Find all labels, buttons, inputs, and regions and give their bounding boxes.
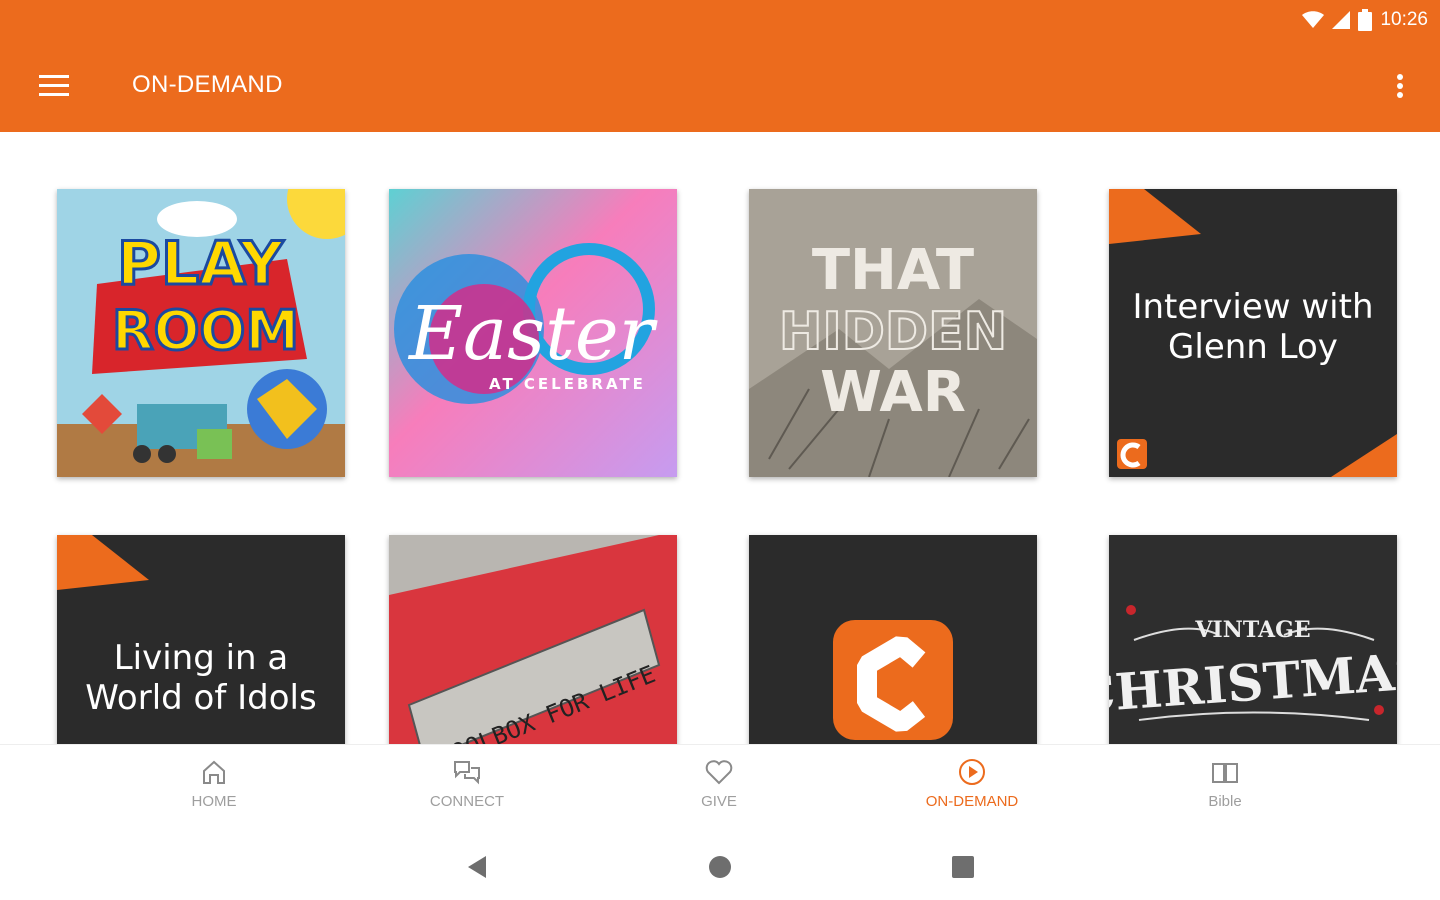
- playroom-line1: PLAY: [117, 229, 285, 299]
- battery-icon: [1358, 9, 1373, 31]
- series-tile-idols[interactable]: Living in a World of Idols: [57, 535, 345, 744]
- back-icon[interactable]: [462, 852, 492, 882]
- easter-title: Easter: [407, 291, 659, 377]
- nav-connect[interactable]: CONNECT: [367, 757, 567, 810]
- nav-home-label: HOME: [191, 793, 237, 810]
- interview-title-line2: Glenn Loy: [1168, 327, 1338, 367]
- chat-icon: [454, 761, 480, 785]
- series-grid: PLAY ROOM Easter AT CELEBRATE THAT HIDDE…: [0, 132, 1440, 744]
- play-circle-icon: [959, 759, 985, 785]
- menu-icon[interactable]: [34, 68, 74, 104]
- nav-bible-label: Bible: [1208, 793, 1242, 810]
- easter-subtitle: AT CELEBRATE: [489, 375, 646, 393]
- book-icon: [1212, 763, 1238, 783]
- system-navigation-bar: [0, 840, 1440, 900]
- interview-title-line1: Interview with: [1132, 287, 1374, 327]
- wifi-icon: [1302, 11, 1325, 29]
- christmas-line1: VINTAGE: [1194, 617, 1310, 643]
- series-tile-toolbox[interactable]: TOOLBOX FOR LIFE: [389, 535, 677, 744]
- hidden-war-line1: THAT: [812, 238, 974, 303]
- more-options-icon[interactable]: [1388, 68, 1412, 104]
- bottom-navigation: HOME CONNECT GIVE ON-DEMAND Bible: [0, 744, 1440, 840]
- nav-give-label: GIVE: [701, 793, 737, 810]
- idols-title-line1: Living in a: [113, 638, 289, 678]
- heart-icon: [705, 760, 733, 785]
- series-tile-easter[interactable]: Easter AT CELEBRATE: [389, 189, 677, 477]
- app-bar: 10:26 ON-DEMAND: [0, 0, 1440, 132]
- series-tile-christmas[interactable]: VINTAGE CHRISTMAS: [1109, 535, 1397, 744]
- nav-on-demand[interactable]: ON-DEMAND: [872, 757, 1072, 810]
- series-tile-hidden-war[interactable]: THAT HIDDEN WAR: [749, 189, 1037, 477]
- status-time: 10:26: [1380, 9, 1428, 30]
- nav-on-demand-label: ON-DEMAND: [925, 793, 1019, 810]
- nav-bible[interactable]: Bible: [1125, 757, 1325, 810]
- series-tile-playroom[interactable]: PLAY ROOM: [57, 189, 345, 477]
- home-circle-icon[interactable]: [705, 852, 735, 882]
- series-tile-interview[interactable]: Interview with Glenn Loy: [1109, 189, 1397, 477]
- nav-give[interactable]: GIVE: [619, 757, 819, 810]
- series-tile-celebrate[interactable]: [749, 535, 1037, 744]
- idols-title-line2: World of Idols: [85, 678, 317, 718]
- home-icon: [203, 760, 225, 784]
- playroom-line2: ROOM: [112, 299, 299, 362]
- recents-icon[interactable]: [948, 852, 978, 882]
- nav-connect-label: CONNECT: [429, 793, 505, 810]
- hidden-war-line3: WAR: [820, 360, 966, 425]
- signal-icon: [1332, 11, 1351, 29]
- hidden-war-line2: HIDDEN: [779, 302, 1007, 362]
- nav-home[interactable]: HOME: [114, 757, 314, 810]
- page-title: ON-DEMAND: [132, 71, 283, 98]
- status-bar: 10:26: [1302, 6, 1428, 34]
